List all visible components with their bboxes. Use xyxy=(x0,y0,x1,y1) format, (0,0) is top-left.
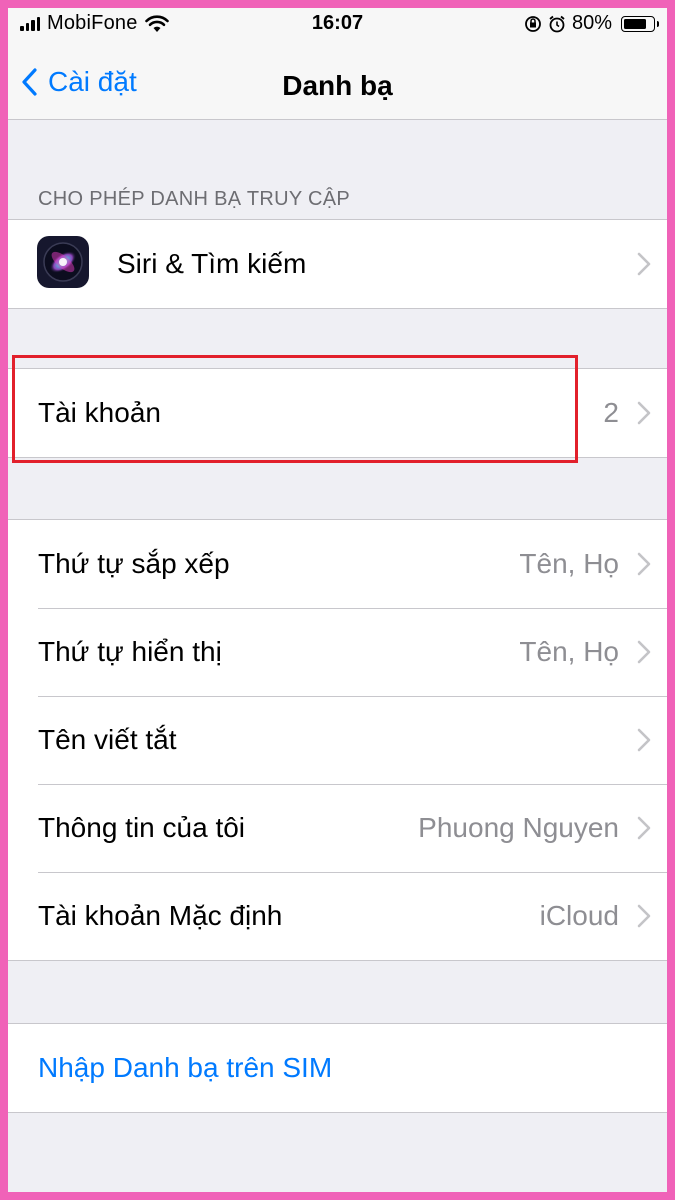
import-sim-contacts-link: Nhập Danh bạ trên SIM xyxy=(38,1052,333,1083)
chevron-right-icon xyxy=(637,552,651,576)
display-order-label: Thứ tự hiển thị xyxy=(38,636,222,667)
my-info-label: Thông tin của tôi xyxy=(38,812,246,843)
default-account-value: iCloud xyxy=(539,900,619,931)
accounts-label: Tài khoản xyxy=(38,397,161,428)
siri-search-label: Siri & Tìm kiếm xyxy=(117,248,307,279)
chevron-right-icon xyxy=(637,816,651,840)
sort-order-value: Tên, Họ xyxy=(519,548,619,579)
chevron-right-icon xyxy=(637,904,651,928)
top-bar: MobiFone 16:07 80% Cài đặt Danh bạ xyxy=(8,8,667,120)
import-sim-row[interactable]: Nhập Danh bạ trên SIM xyxy=(8,1024,667,1112)
display-order-row[interactable]: Thứ tự hiển thị Tên, Họ xyxy=(8,608,667,696)
section-header-access: CHO PHÉP DANH BẠ TRUY CẬP xyxy=(38,188,351,210)
chevron-right-icon xyxy=(637,401,651,425)
accounts-row[interactable]: Tài khoản 2 xyxy=(8,369,667,457)
my-info-row[interactable]: Thông tin của tôi Phuong Nguyen xyxy=(8,784,667,872)
chevron-right-icon xyxy=(637,728,651,752)
access-group: Siri & Tìm kiếm xyxy=(8,219,667,309)
chevron-right-icon xyxy=(637,640,651,664)
battery-icon xyxy=(621,15,659,32)
battery-percent: 80% xyxy=(571,12,612,34)
page-title: Danh bạ xyxy=(282,70,393,101)
default-account-row[interactable]: Tài khoản Mặc định iCloud xyxy=(8,872,667,960)
navigation-bar: Cài đặt Danh bạ xyxy=(8,48,667,120)
default-account-label: Tài khoản Mặc định xyxy=(38,900,283,931)
settings-group: Thứ tự sắp xếp Tên, Họ Thứ tự hiển thị T… xyxy=(8,519,667,961)
screen-frame: MobiFone 16:07 80% Cài đặt Danh bạ CHO P… xyxy=(0,0,675,1200)
import-group: Nhập Danh bạ trên SIM xyxy=(8,1023,667,1113)
nav-divider xyxy=(8,119,667,120)
short-name-label: Tên viết tắt xyxy=(38,724,177,755)
accounts-group: Tài khoản 2 xyxy=(8,368,667,458)
accounts-count: 2 xyxy=(603,397,619,428)
alarm-icon xyxy=(549,15,565,32)
my-info-value: Phuong Nguyen xyxy=(418,812,619,843)
sort-order-label: Thứ tự sắp xếp xyxy=(38,548,230,579)
short-name-row[interactable]: Tên viết tắt xyxy=(8,696,667,784)
display-order-value: Tên, Họ xyxy=(519,636,619,667)
orientation-lock-icon xyxy=(525,15,541,32)
chevron-right-icon xyxy=(637,252,651,276)
status-right: 80% xyxy=(524,12,659,35)
status-bar: MobiFone 16:07 80% xyxy=(8,8,667,38)
siri-search-row[interactable]: Siri & Tìm kiếm xyxy=(8,220,667,308)
sort-order-row[interactable]: Thứ tự sắp xếp Tên, Họ xyxy=(8,520,667,608)
siri-icon xyxy=(37,236,89,288)
